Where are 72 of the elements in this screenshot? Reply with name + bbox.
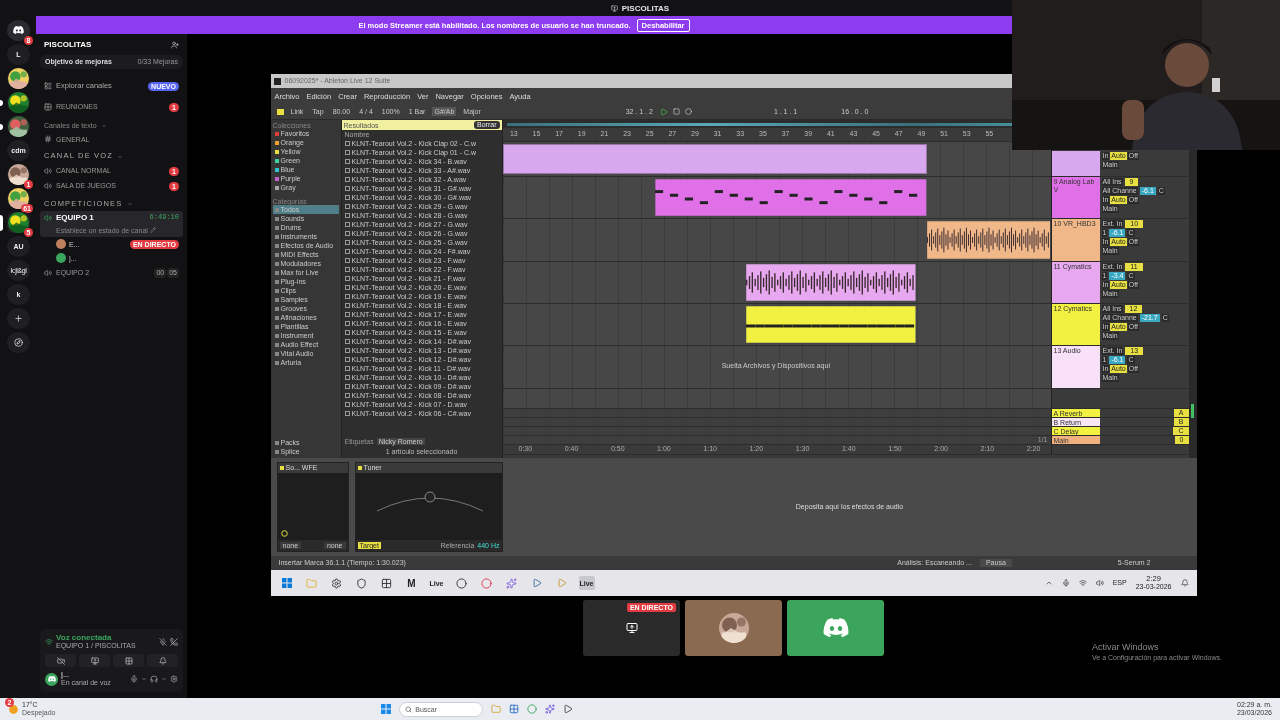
ring-icon[interactable] — [478, 576, 495, 590]
user-tile[interactable] — [685, 600, 782, 656]
chevron-icon — [117, 153, 124, 160]
chevron-icon — [100, 122, 107, 129]
voice-status: Voz conectada — [56, 633, 113, 643]
app-icon[interactable]: M — [403, 576, 420, 590]
avatar — [56, 239, 66, 250]
apps-icon[interactable] — [509, 704, 520, 714]
chevron-icon — [141, 676, 147, 683]
hash-icon — [44, 135, 52, 144]
wifi-icon — [1078, 579, 1087, 587]
mic-icon — [1061, 579, 1070, 587]
list-icon — [44, 82, 52, 91]
avatar — [56, 253, 66, 264]
search-icon — [405, 705, 413, 713]
server-name[interactable]: PISCOLITAS — [44, 40, 92, 49]
server-icon[interactable] — [7, 332, 30, 353]
settings-icon[interactable] — [170, 675, 178, 684]
speaker-icon — [44, 214, 52, 223]
speaker-icon — [44, 182, 52, 191]
speaker-icon — [44, 269, 52, 278]
server-icon[interactable] — [7, 116, 30, 137]
discord-logo-icon — [13, 26, 24, 35]
mic-icon[interactable] — [130, 675, 138, 684]
app-logo-icon — [273, 77, 281, 85]
play-icon[interactable] — [563, 704, 574, 714]
track-header[interactable] — [1051, 151, 1100, 176]
camera-off-icon — [56, 656, 65, 665]
soundboard-button[interactable] — [147, 654, 178, 668]
headphones-icon[interactable] — [150, 675, 158, 684]
noise-icon[interactable] — [159, 637, 167, 646]
pencil-icon — [149, 226, 156, 233]
share-screen-icon — [90, 656, 99, 665]
chevron-up-icon — [1044, 579, 1053, 587]
user-tile[interactable] — [787, 600, 884, 656]
signal-icon — [45, 637, 53, 646]
screen-share-icon — [610, 4, 618, 12]
volume-icon — [1095, 579, 1104, 587]
notification-icon[interactable] — [1180, 579, 1189, 587]
disconnect-icon[interactable] — [170, 637, 178, 646]
discord-logo-icon — [822, 617, 849, 639]
weather-icon — [8, 703, 19, 715]
speaker-icon — [44, 167, 52, 176]
ring-icon — [280, 530, 288, 537]
activities-button[interactable] — [113, 654, 144, 668]
play-icon[interactable] — [659, 107, 668, 116]
record-icon[interactable] — [684, 108, 692, 115]
user-avatar[interactable] — [45, 672, 58, 686]
soundboard-icon — [158, 656, 167, 665]
window-title: PISCOLITAS — [621, 3, 670, 13]
grid-icon — [276, 108, 284, 115]
share-screen-button[interactable] — [79, 654, 110, 668]
screen-share-icon — [625, 622, 638, 634]
activation-title: Activar Windows — [1092, 643, 1160, 654]
activities-icon — [124, 656, 133, 665]
compass-icon — [14, 338, 23, 347]
chat-icon[interactable] — [545, 704, 556, 714]
sparkle-icon[interactable] — [503, 576, 520, 590]
avatar-logo-icon — [47, 675, 56, 683]
add-user-icon[interactable] — [171, 40, 179, 49]
circle-icon[interactable] — [453, 576, 470, 590]
level-meter — [1191, 404, 1194, 418]
chevron-icon — [126, 200, 133, 207]
channel-name: EQUIPO 1 — [56, 213, 94, 223]
camera-button[interactable] — [45, 654, 76, 668]
forum-icon — [44, 103, 52, 112]
stop-icon[interactable] — [672, 108, 680, 115]
server-icon[interactable] — [7, 68, 30, 89]
add-icon — [14, 314, 23, 323]
server-icon[interactable] — [7, 92, 30, 113]
chevron-icon — [161, 676, 167, 683]
start-icon[interactable] — [381, 704, 392, 714]
